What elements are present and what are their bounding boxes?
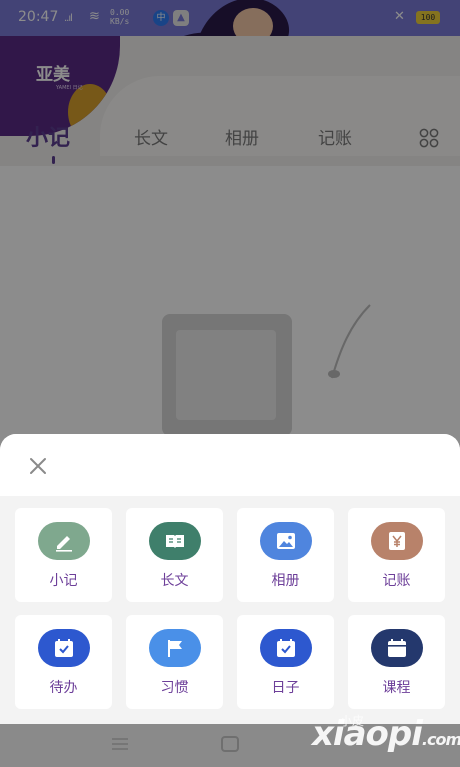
menu-icon[interactable] bbox=[110, 737, 130, 751]
book-icon bbox=[149, 522, 201, 560]
sheet-item-todo[interactable]: 待办 bbox=[15, 615, 112, 709]
yen-ticket-icon bbox=[371, 522, 423, 560]
image-icon bbox=[260, 522, 312, 560]
sheet-item-days[interactable]: 日子 bbox=[237, 615, 334, 709]
sheet-item-course[interactable]: 课程 bbox=[348, 615, 445, 709]
sheet-item-label: 课程 bbox=[382, 680, 411, 696]
sheet-item-label: 习惯 bbox=[160, 680, 189, 696]
watermark: xiaopi.com bbox=[312, 714, 460, 754]
sheet-item-habit[interactable]: 习惯 bbox=[126, 615, 223, 709]
calendar-check-icon bbox=[38, 629, 90, 667]
sheet-header bbox=[0, 434, 460, 496]
close-icon[interactable] bbox=[26, 454, 50, 478]
pencil-icon bbox=[38, 522, 90, 560]
sheet-item-label: 记账 bbox=[382, 573, 411, 589]
watermark-suffix: .com bbox=[421, 730, 460, 749]
sheet-item-label: 长文 bbox=[160, 573, 189, 589]
flag-icon bbox=[149, 629, 201, 667]
sheet-item-article[interactable]: 长文 bbox=[126, 508, 223, 602]
sheet-item-bookkeeping[interactable]: 记账 bbox=[348, 508, 445, 602]
sheet-item-notes[interactable]: 小记 bbox=[15, 508, 112, 602]
sheet-item-label: 日子 bbox=[271, 680, 300, 696]
calendar-check-icon bbox=[260, 629, 312, 667]
create-sheet: 小记 长文 相册 记账 待办 习惯 日子 课程 bbox=[0, 434, 460, 724]
sheet-item-album[interactable]: 相册 bbox=[237, 508, 334, 602]
watermark-text: xiaopi bbox=[312, 714, 423, 754]
sheet-item-label: 相册 bbox=[271, 573, 300, 589]
home-square-icon[interactable] bbox=[221, 736, 239, 752]
calendar-icon bbox=[371, 629, 423, 667]
sheet-item-label: 待办 bbox=[49, 680, 78, 696]
sheet-item-label: 小记 bbox=[49, 573, 78, 589]
